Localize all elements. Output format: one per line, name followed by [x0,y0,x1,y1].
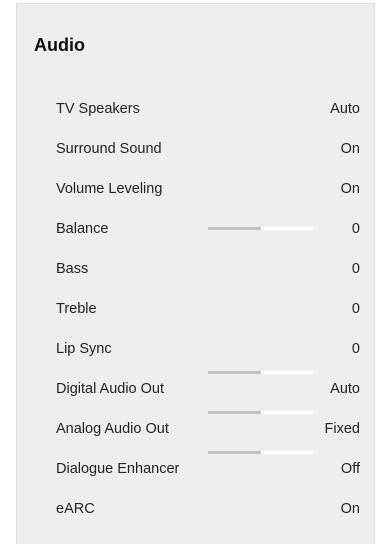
menu-item-label: Lip Sync [56,341,112,357]
menu-item-balance[interactable]: Balance 0 [17,217,376,241]
menu-item-label: Bass [56,261,89,277]
analog-audio-out-slider[interactable] [208,411,313,414]
menu-item-value: Auto [330,381,360,397]
menu-item-earc[interactable]: eARC On [17,497,376,521]
menu-item-value: Auto [330,101,360,117]
menu-item-surround-sound[interactable]: Surround Sound On [17,137,376,161]
menu-item-label: Volume Leveling [56,181,163,197]
menu-item-dialogue-enhancer[interactable]: Dialogue Enhancer Off [17,457,376,481]
menu-item-treble[interactable]: Treble 0 [17,297,376,321]
menu-item-value: On [340,141,360,157]
analog-audio-out-slider-fill [208,411,261,414]
menu-item-analog-audio-out[interactable]: Analog Audio Out Fixed [17,417,376,441]
menu-item-bass[interactable]: Bass 0 [17,257,376,281]
menu-item-label: Digital Audio Out [56,381,165,397]
dialogue-enhancer-slider[interactable] [208,451,313,454]
menu-item-value: On [340,501,360,517]
menu-item-label: Treble [56,301,97,317]
menu-item-digital-audio-out[interactable]: Digital Audio Out Auto [17,377,376,401]
menu-item-value: Fixed [324,421,360,437]
dialogue-enhancer-slider-fill [208,451,261,454]
menu-item-value: Off [340,461,360,477]
menu-item-lip-sync[interactable]: Lip Sync 0 [17,337,376,361]
menu-item-label: Balance [56,221,109,237]
menu-item-value: 0 [351,301,360,317]
menu-item-value: 0 [351,341,360,357]
menu-item-label: eARC [56,501,95,517]
menu-item-label: TV Speakers [56,101,140,117]
menu-item-tv-speakers[interactable]: TV Speakers Auto [17,97,376,121]
digital-audio-out-slider-fill [208,371,261,374]
panel-title: Audio [34,35,85,55]
digital-audio-out-slider[interactable] [208,371,313,374]
menu-item-label: Analog Audio Out [56,421,169,437]
menu-item-label: Surround Sound [56,141,162,157]
menu-item-value: 0 [351,261,360,277]
menu-item-value: 0 [351,221,360,237]
menu-item-volume-leveling[interactable]: Volume Leveling On [17,177,376,201]
menu-item-value: On [340,181,360,197]
menu-item-label: Dialogue Enhancer [56,461,180,477]
audio-settings-panel: Audio TV Speakers Auto Surround Sound On… [16,3,375,544]
